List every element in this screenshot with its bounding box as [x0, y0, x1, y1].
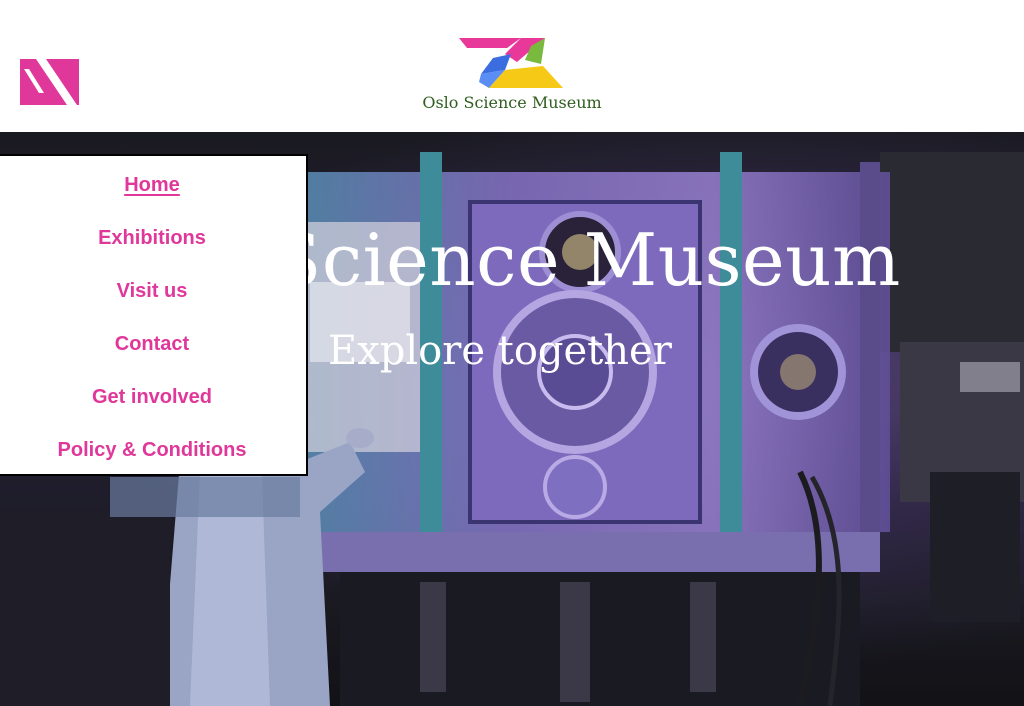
site-header: Oslo Science Museum: [0, 0, 1024, 132]
nav-link-home[interactable]: Home: [124, 174, 180, 196]
nav-link-policy-conditions[interactable]: Policy & Conditions: [58, 439, 247, 461]
nav-item-home: Home: [0, 174, 306, 197]
logo-name: Oslo Science Museum: [422, 93, 602, 112]
nav-item-policy-conditions: Policy & Conditions: [0, 439, 306, 462]
nav-item-visit-us: Visit us: [0, 280, 306, 303]
hero-title: Science Museum: [272, 218, 901, 302]
nav-drawer: Home Exhibitions Visit us Contact Get in…: [0, 154, 308, 476]
nav-item-exhibitions: Exhibitions: [0, 227, 306, 250]
site-logo[interactable]: Oslo Science Museum: [410, 30, 614, 120]
nav-link-get-involved[interactable]: Get involved: [92, 386, 212, 408]
nav-item-get-involved: Get involved: [0, 386, 306, 409]
nav-item-contact: Contact: [0, 333, 306, 356]
nav-link-visit-us[interactable]: Visit us: [117, 280, 188, 302]
oslo-science-museum-logo: [459, 38, 563, 88]
hero-subtitle: Explore together: [328, 328, 672, 374]
nav-link-exhibitions[interactable]: Exhibitions: [98, 227, 206, 249]
menu-toggle-button[interactable]: [20, 59, 79, 105]
nav-link-contact[interactable]: Contact: [115, 333, 189, 355]
menu-toggle-icon: [20, 59, 79, 105]
